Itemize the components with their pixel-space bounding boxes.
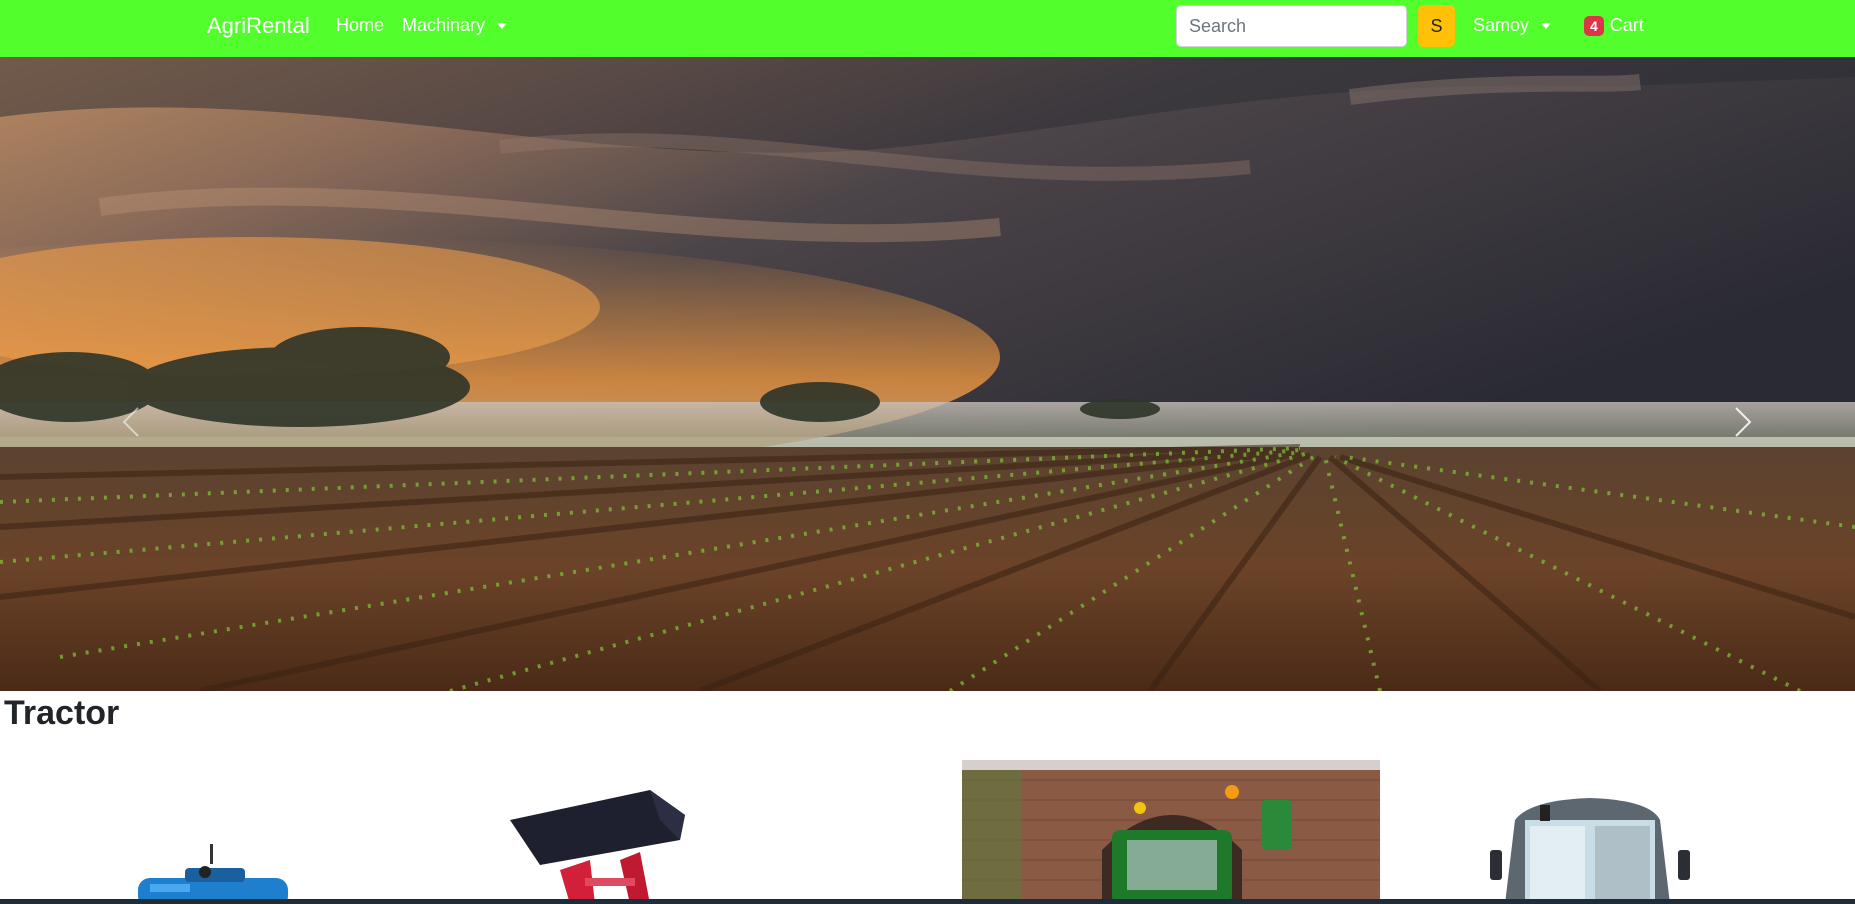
green-tractor-brick-arch-image — [962, 760, 1380, 904]
cart-count-badge: 4 — [1584, 15, 1604, 36]
product-card-tractor-2[interactable] — [500, 760, 700, 904]
bottom-divider — [0, 899, 1855, 904]
chevron-down-icon — [1541, 22, 1552, 29]
carousel-next-button[interactable] — [1722, 392, 1762, 452]
chevron-right-icon — [1735, 407, 1752, 437]
front-loader-tractor-image — [510, 790, 685, 904]
top-navbar: AgriRental Home Machinary S Samoy 4 Cart — [0, 0, 1855, 57]
nav-machinery-dropdown[interactable]: Machinary — [402, 15, 508, 36]
cart-label: Cart — [1609, 15, 1644, 35]
hero-carousel — [0, 57, 1855, 691]
cart-link[interactable]: 4 Cart — [1584, 15, 1644, 36]
chevron-left-icon — [122, 407, 139, 437]
search-button[interactable]: S — [1418, 5, 1455, 47]
section-title: Tractor — [4, 694, 120, 732]
hero-field-sunset-image — [0, 57, 1855, 691]
brand-logo-link[interactable]: AgriRental — [207, 13, 310, 39]
product-card-tractor-3[interactable] — [962, 760, 1380, 904]
grey-tractor-cab-image — [1490, 798, 1690, 904]
product-card-tractor-1[interactable] — [130, 760, 300, 904]
chevron-down-icon — [497, 22, 508, 29]
nav-machinery-label: Machinary — [402, 15, 486, 35]
nav-home-link[interactable]: Home — [336, 15, 384, 36]
product-card-tractor-4[interactable] — [1490, 760, 1690, 904]
user-name-label: Samoy — [1473, 15, 1530, 35]
blue-tractor-image — [138, 844, 288, 904]
search-input[interactable] — [1176, 5, 1407, 47]
search-button-label: S — [1430, 15, 1443, 36]
user-dropdown[interactable]: Samoy — [1473, 15, 1552, 36]
nav-home-label: Home — [336, 15, 385, 35]
carousel-prev-button[interactable] — [112, 392, 152, 452]
